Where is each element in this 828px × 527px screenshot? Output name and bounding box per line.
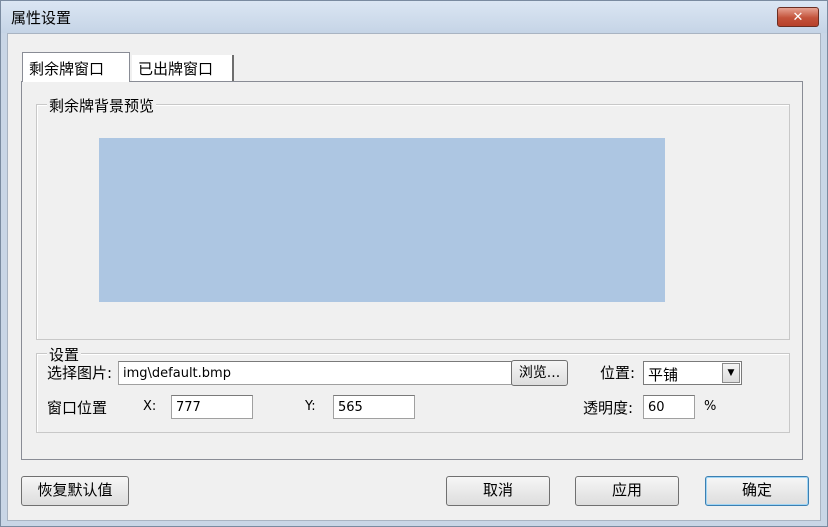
y-position-input[interactable] — [333, 395, 415, 419]
opacity-label: 透明度: — [583, 399, 634, 417]
tab-remaining-tiles[interactable]: 剩余牌窗口 — [22, 52, 130, 82]
percent-label: % — [704, 399, 717, 414]
image-label: 选择图片: — [47, 364, 113, 382]
window-position-label: 窗口位置 — [47, 399, 108, 417]
image-path-input[interactable] — [118, 361, 512, 385]
close-icon: ✕ — [792, 9, 804, 25]
settings-group: 设置 选择图片: 浏览... 位置: 平铺 ▼ 窗口位置 X: Y: 透明度: … — [36, 344, 790, 433]
tab-panel: 剩余牌背景预览 设置 选择图片: 浏览... 位置: 平铺 ▼ 窗口位置 X: … — [21, 81, 803, 460]
tab-played-tiles[interactable]: 已出牌窗口 — [132, 55, 234, 82]
close-button[interactable]: ✕ — [777, 7, 819, 27]
x-position-input[interactable] — [171, 395, 253, 419]
title-bar[interactable]: 属性设置 ✕ — [1, 1, 827, 33]
dialog-window: 属性设置 ✕ 剩余牌窗口 已出牌窗口 剩余牌背景预览 设置 选择图片: 浏览..… — [0, 0, 828, 527]
y-label: Y: — [305, 399, 316, 414]
position-select-value: 平铺 — [648, 366, 679, 384]
x-label: X: — [143, 399, 157, 414]
chevron-down-icon[interactable]: ▼ — [722, 363, 740, 383]
opacity-input[interactable] — [643, 395, 695, 419]
preview-group: 剩余牌背景预览 — [36, 95, 790, 340]
preview-group-title: 剩余牌背景预览 — [47, 95, 157, 116]
cancel-button[interactable]: 取消 — [446, 476, 550, 506]
position-label: 位置: — [600, 364, 636, 382]
background-preview-image — [99, 138, 665, 302]
position-select[interactable]: 平铺 ▼ — [643, 361, 742, 385]
browse-button[interactable]: 浏览... — [511, 360, 568, 386]
ok-button[interactable]: 确定 — [705, 476, 809, 506]
apply-button[interactable]: 应用 — [575, 476, 679, 506]
dialog-body: 剩余牌窗口 已出牌窗口 剩余牌背景预览 设置 选择图片: 浏览... 位置: 平… — [7, 33, 821, 521]
restore-defaults-button[interactable]: 恢复默认值 — [21, 476, 129, 506]
window-title: 属性设置 — [11, 9, 72, 27]
